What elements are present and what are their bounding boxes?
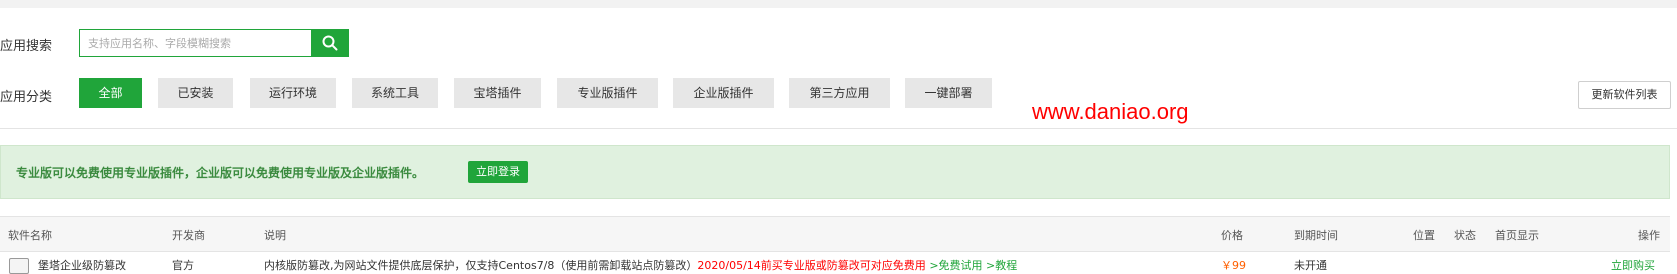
header-homepage-display: 首页显示 [1495, 229, 1539, 242]
free-trial-link[interactable]: >免费试用 [929, 259, 982, 272]
category-enterprise-plugins[interactable]: 企业版插件 [673, 78, 774, 108]
header-location: 位置 [1413, 229, 1435, 242]
category-system-tools[interactable]: 系统工具 [352, 78, 438, 108]
divider [0, 128, 1677, 129]
description-cell: 内核版防篡改,为网站文件提供底层保护，仅支持Centos7/8（使用前需卸载站点… [264, 257, 1017, 273]
header-expire-time: 到期时间 [1294, 229, 1338, 242]
header-vendor: 开发商 [172, 229, 205, 242]
search-input[interactable] [79, 29, 311, 57]
header-price: 价格 [1221, 229, 1243, 242]
watermark: www.daniao.org [1032, 99, 1189, 124]
header-status: 状态 [1454, 229, 1476, 242]
category-pro-plugins[interactable]: 专业版插件 [557, 78, 658, 108]
search-button[interactable] [311, 29, 349, 57]
software-name: 堡塔企业级防篡改 [38, 259, 126, 272]
category-label: 应用分类 [0, 90, 53, 105]
update-software-list-button[interactable]: 更新软件列表 [1578, 81, 1671, 109]
login-button[interactable]: 立即登录 [468, 161, 528, 183]
table-row: 堡塔企业级防篡改 官方 内核版防篡改,为网站文件提供底层保护，仅支持Centos… [0, 251, 1670, 274]
vendor: 官方 [172, 259, 194, 272]
header-description: 说明 [264, 229, 286, 242]
search-label: 应用搜索 [0, 39, 53, 54]
category-one-click-deploy[interactable]: 一键部署 [905, 78, 992, 108]
price: ￥99 [1221, 259, 1246, 272]
buy-now-link[interactable]: 立即购买 [1611, 257, 1655, 273]
header-actions: 操作 [1638, 229, 1660, 242]
category-third-party[interactable]: 第三方应用 [789, 78, 890, 108]
notice-banner: 专业版可以免费使用专业版插件，企业版可以免费使用专业版及企业版插件。 立即登录 [0, 145, 1670, 199]
notice-text: 专业版可以免费使用专业版插件，企业版可以免费使用专业版及企业版插件。 [16, 166, 425, 180]
top-band [0, 0, 1677, 8]
expire-time: 未开通 [1294, 259, 1327, 272]
header-software-name: 软件名称 [8, 229, 52, 242]
promo-text: 2020/05/14前买专业版或防篡改可对应免费用 [697, 259, 926, 272]
table-header: 软件名称 开发商 说明 价格 到期时间 位置 状态 首页显示 操作 [0, 216, 1670, 252]
description: 内核版防篡改,为网站文件提供底层保护，仅支持Centos7/8（使用前需卸载站点… [264, 259, 698, 272]
category-all[interactable]: 全部 [79, 78, 142, 108]
category-installed[interactable]: 已安装 [158, 78, 233, 108]
category-runtime[interactable]: 运行环境 [250, 78, 336, 108]
search-icon [322, 35, 338, 51]
category-bt-plugins[interactable]: 宝塔插件 [454, 78, 541, 108]
tutorial-link[interactable]: >教程 [986, 259, 1017, 272]
